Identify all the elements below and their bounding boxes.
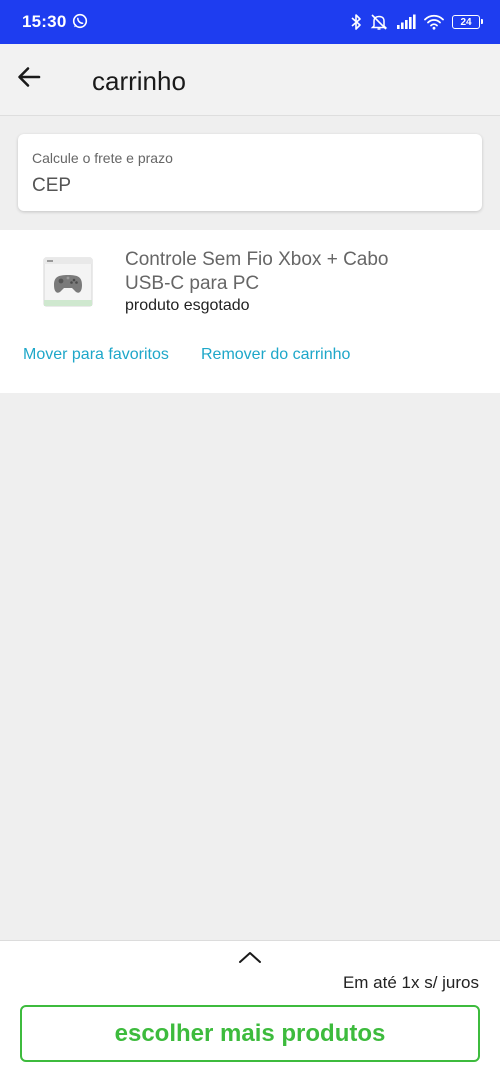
choose-more-products-button[interactable]: escolher mais produtos xyxy=(20,1005,480,1062)
cep-input[interactable] xyxy=(30,172,464,200)
shipping-card: Calcule o frete e prazo xyxy=(18,134,482,211)
page-title: carrinho xyxy=(92,66,186,96)
signal-icon xyxy=(396,14,416,30)
checkout-summary-sheet: Em até 1x s/ juros escolher mais produto… xyxy=(0,940,500,1082)
product-name[interactable]: Controle Sem Fio Xbox + Cabo USB-C para … xyxy=(125,248,425,296)
status-time: 15:30 xyxy=(22,12,67,31)
remove-from-cart-link[interactable]: Remover do carrinho xyxy=(201,346,350,364)
xbox-controller-box-image[interactable] xyxy=(38,252,98,312)
alarm-off-icon xyxy=(370,13,388,31)
chevron-up-icon[interactable] xyxy=(236,947,264,967)
cart-item: Controle Sem Fio Xbox + Cabo USB-C para … xyxy=(0,230,500,393)
product-status: produto esgotado xyxy=(125,297,250,314)
battery-level: 24 xyxy=(460,16,472,28)
move-to-favorites-link[interactable]: Mover para favoritos xyxy=(23,346,169,364)
back-button[interactable] xyxy=(12,62,46,96)
wifi-icon xyxy=(424,14,444,30)
bluetooth-icon xyxy=(350,13,362,31)
shipping-label: Calcule o frete e prazo xyxy=(32,150,173,166)
whatsapp-icon xyxy=(72,13,88,29)
battery-icon: 24 xyxy=(452,15,483,29)
status-icons: 24 xyxy=(350,11,483,33)
installments-text: Em até 1x s/ juros xyxy=(342,973,479,992)
status-bar: 15:30 24 xyxy=(0,0,500,44)
arrow-left-icon xyxy=(17,66,41,93)
app-bar: carrinho xyxy=(0,44,500,116)
